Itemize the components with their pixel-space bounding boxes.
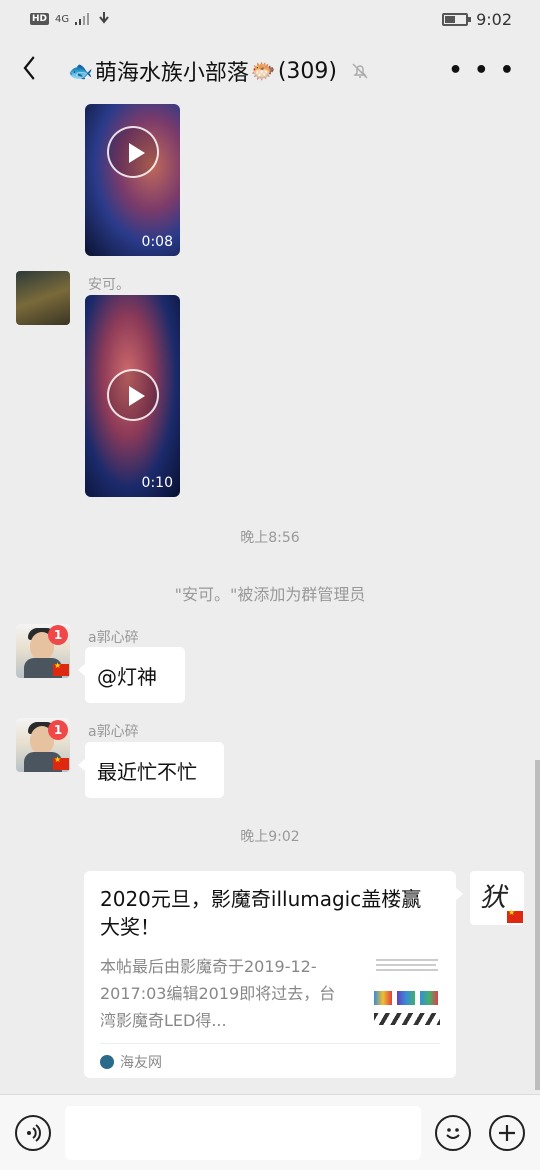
system-notice: "安可。"被添加为群管理员 bbox=[174, 585, 366, 604]
message-text: 最近忙不忙 bbox=[97, 759, 197, 784]
play-icon[interactable] bbox=[106, 369, 159, 421]
video-duration: 0:10 bbox=[141, 475, 173, 491]
chat-header: 🐟 萌海水族小部落 🐡 (309) • • • bbox=[0, 38, 540, 104]
hd-indicator: HD bbox=[30, 13, 50, 25]
message-input[interactable] bbox=[65, 1106, 421, 1160]
emoji-icon[interactable] bbox=[435, 1115, 471, 1151]
more-icon[interactable]: • • • bbox=[448, 58, 516, 83]
video-message[interactable]: 0:08 bbox=[85, 104, 180, 256]
card-source: 海友网 bbox=[100, 1043, 440, 1072]
pufferfish-icon: 🐡 bbox=[250, 59, 276, 83]
sender-name: a郭心碎 bbox=[88, 630, 139, 646]
link-card[interactable]: 2020元旦，影魔奇illumagic盖楼赢大奖！ 本帖最后由影魔奇于2019-… bbox=[84, 871, 463, 1078]
plus-icon[interactable] bbox=[489, 1115, 525, 1151]
battery-icon bbox=[442, 12, 472, 26]
scrollbar[interactable] bbox=[535, 760, 540, 1090]
flag-icon bbox=[507, 908, 523, 923]
message-text: @灯神 bbox=[97, 664, 157, 689]
calligraphy-logo: 犾 bbox=[480, 883, 507, 913]
status-time: 9:02 bbox=[476, 9, 512, 29]
card-thumbnail bbox=[372, 955, 442, 1027]
member-count: (309) bbox=[277, 58, 337, 84]
card-description: 本帖最后由影魔奇于2019-12-2017:03编辑2019即将过去，台湾影魔奇… bbox=[100, 957, 336, 1030]
flag-icon bbox=[53, 755, 69, 770]
play-icon[interactable] bbox=[106, 126, 159, 178]
status-bar: HD 4G 9:02 bbox=[0, 0, 540, 38]
fish-icon: 🐟 bbox=[68, 59, 93, 83]
bell-off-icon bbox=[351, 62, 369, 80]
my-avatar[interactable]: 犾 bbox=[470, 871, 524, 925]
network-indicator: 4G bbox=[55, 13, 70, 25]
flag-icon bbox=[53, 661, 69, 676]
chevron-left-icon[interactable] bbox=[21, 52, 45, 90]
timestamp: 晚上9:02 bbox=[240, 829, 300, 845]
unread-badge: 1 bbox=[48, 625, 68, 645]
message-bubble[interactable]: 最近忙不忙 bbox=[78, 742, 224, 798]
voice-icon[interactable] bbox=[15, 1115, 51, 1151]
input-bar bbox=[0, 1094, 540, 1170]
source-icon bbox=[100, 1055, 114, 1069]
sender-name: 安可。 bbox=[88, 277, 130, 293]
group-name: 萌海水族小部落 bbox=[94, 61, 249, 86]
unread-badge: 1 bbox=[48, 720, 68, 740]
message-bubble[interactable]: @灯神 bbox=[78, 647, 185, 703]
download-icon bbox=[97, 10, 111, 29]
source-name: 海友网 bbox=[120, 1055, 162, 1071]
chat-title: 🐟 萌海水族小部落 🐡 (309) bbox=[68, 55, 369, 87]
avatar[interactable] bbox=[16, 271, 70, 325]
card-title: 2020元旦，影魔奇illumagic盖楼赢大奖！ bbox=[100, 887, 422, 939]
video-duration: 0:08 bbox=[141, 234, 173, 250]
timestamp: 晚上8:56 bbox=[240, 530, 300, 546]
video-message[interactable]: 0:10 bbox=[85, 295, 180, 497]
signal-icon bbox=[75, 10, 91, 29]
message-list[interactable]: 0:08 安可。 0:10 晚上8:56 "安可。"被添加为群管理员 1 a郭心… bbox=[0, 104, 540, 1094]
sender-name: a郭心碎 bbox=[88, 724, 139, 740]
